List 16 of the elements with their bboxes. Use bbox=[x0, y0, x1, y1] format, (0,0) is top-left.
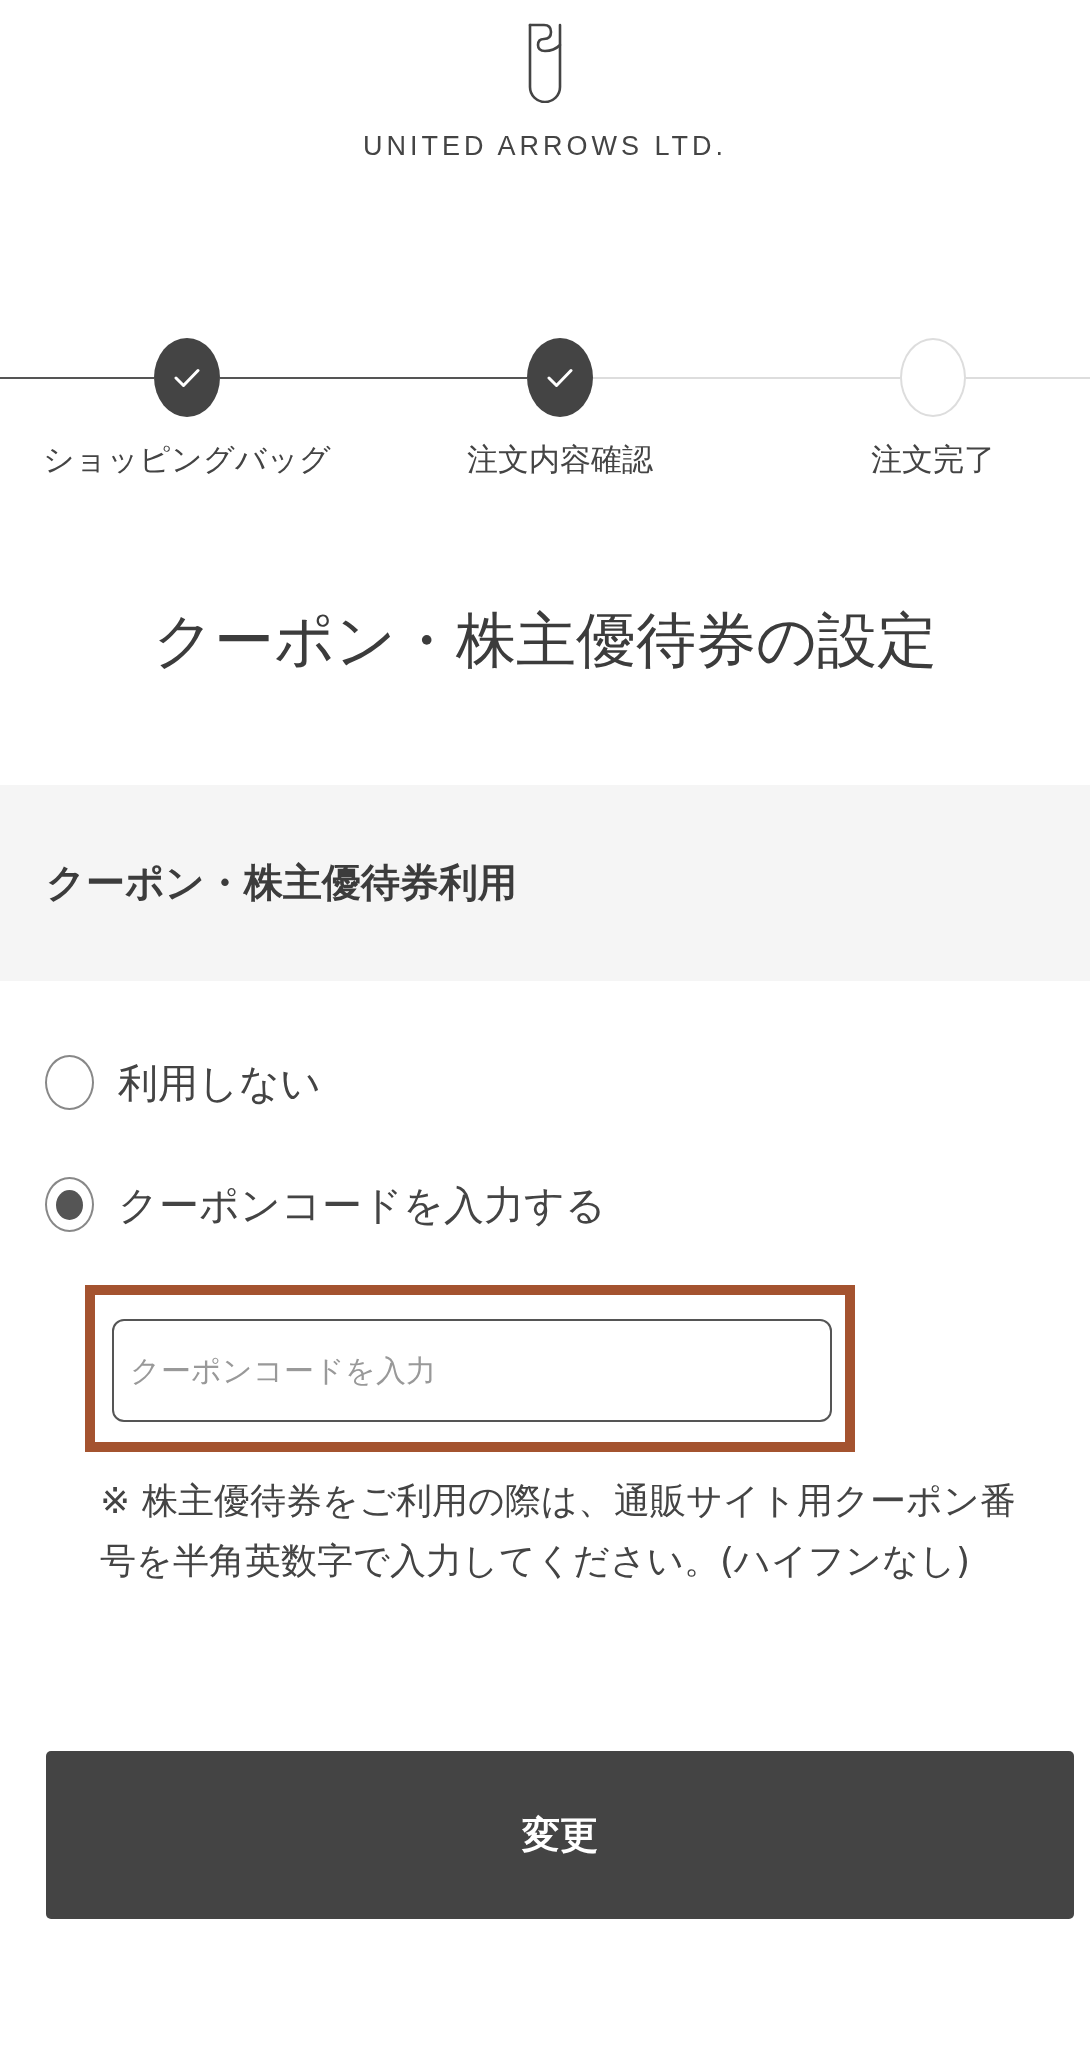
section-title: クーポン・株主優待券利用 bbox=[46, 859, 517, 908]
input-field[interactable]: クーポンコードを入力 bbox=[112, 1319, 832, 1423]
radio-button[interactable] bbox=[45, 1177, 94, 1233]
step-label: ショッピングバッグ bbox=[42, 441, 331, 479]
step-label: 注文完了 bbox=[870, 441, 995, 479]
brand-name: UNITED ARROWS LTD. bbox=[363, 133, 727, 160]
radio-label[interactable]: クーポンコードを入力する bbox=[118, 1180, 606, 1229]
note-text: ※ 株主優待券をご利用の際は、通販サイト用クーポン番号を半角英数字で入力してください。(ハイフンなし) bbox=[100, 1479, 1017, 1584]
radio-label[interactable]: 利用しない bbox=[118, 1058, 321, 1107]
page-title: クーポン・株主優待券の設定 bbox=[152, 604, 938, 677]
check-icon bbox=[173, 367, 200, 388]
logo-icon bbox=[527, 23, 563, 103]
change-button[interactable]: 変更 bbox=[46, 1751, 1074, 1920]
radio-button[interactable] bbox=[45, 1055, 94, 1111]
step-label: 注文内容確認 bbox=[466, 441, 653, 479]
check-icon bbox=[546, 367, 573, 388]
